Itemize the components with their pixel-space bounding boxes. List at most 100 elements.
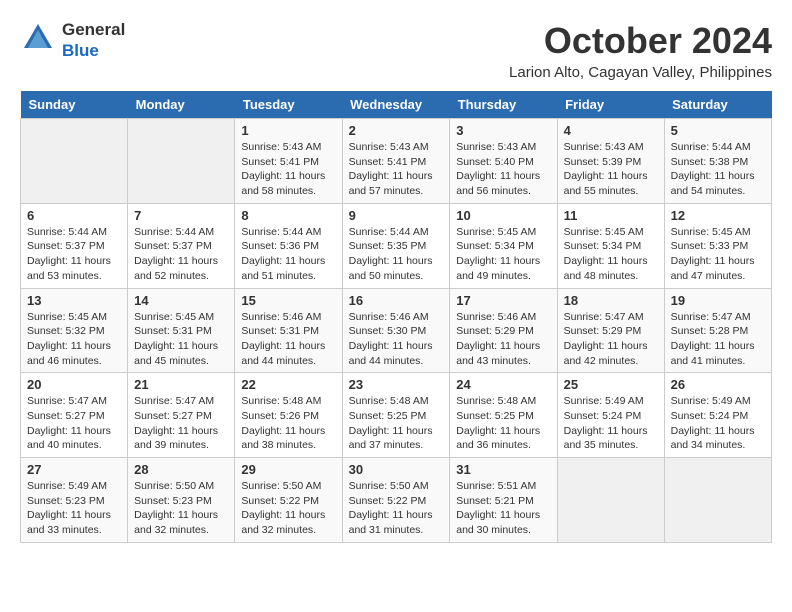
day-info: Sunrise: 5:44 AMSunset: 5:37 PMDaylight:… [134, 225, 228, 284]
calendar-cell: 27 Sunrise: 5:49 AMSunset: 5:23 PMDayligh… [21, 458, 128, 543]
day-info: Sunrise: 5:45 AMSunset: 5:32 PMDaylight:… [27, 310, 121, 369]
day-info: Sunrise: 5:45 AMSunset: 5:34 PMDaylight:… [456, 225, 550, 284]
calendar-cell: 6 Sunrise: 5:44 AMSunset: 5:37 PMDaylight… [21, 203, 128, 288]
day-number: 30 [349, 462, 444, 477]
calendar-cell: 10 Sunrise: 5:45 AMSunset: 5:34 PMDayligh… [450, 203, 557, 288]
day-number: 26 [671, 377, 765, 392]
calendar-cell: 21 Sunrise: 5:47 AMSunset: 5:27 PMDayligh… [128, 373, 235, 458]
day-number: 27 [27, 462, 121, 477]
calendar-cell: 31 Sunrise: 5:51 AMSunset: 5:21 PMDayligh… [450, 458, 557, 543]
day-info: Sunrise: 5:44 AMSunset: 5:35 PMDaylight:… [349, 225, 444, 284]
day-number: 8 [241, 208, 335, 223]
day-info: Sunrise: 5:48 AMSunset: 5:26 PMDaylight:… [241, 394, 335, 453]
day-info: Sunrise: 5:47 AMSunset: 5:27 PMDaylight:… [134, 394, 228, 453]
calendar-cell: 18 Sunrise: 5:47 AMSunset: 5:29 PMDayligh… [557, 288, 664, 373]
calendar-cell: 12 Sunrise: 5:45 AMSunset: 5:33 PMDayligh… [664, 203, 771, 288]
calendar-cell [664, 458, 771, 543]
day-info: Sunrise: 5:48 AMSunset: 5:25 PMDaylight:… [349, 394, 444, 453]
calendar-cell: 3 Sunrise: 5:43 AMSunset: 5:40 PMDaylight… [450, 119, 557, 204]
day-info: Sunrise: 5:47 AMSunset: 5:29 PMDaylight:… [564, 310, 658, 369]
day-number: 11 [564, 208, 658, 223]
day-info: Sunrise: 5:44 AMSunset: 5:36 PMDaylight:… [241, 225, 335, 284]
day-info: Sunrise: 5:43 AMSunset: 5:40 PMDaylight:… [456, 140, 550, 199]
calendar-cell [21, 119, 128, 204]
day-info: Sunrise: 5:44 AMSunset: 5:38 PMDaylight:… [671, 140, 765, 199]
weekday-header-thursday: Thursday [450, 91, 557, 119]
day-info: Sunrise: 5:47 AMSunset: 5:28 PMDaylight:… [671, 310, 765, 369]
calendar-cell: 30 Sunrise: 5:50 AMSunset: 5:22 PMDayligh… [342, 458, 450, 543]
calendar-cell: 4 Sunrise: 5:43 AMSunset: 5:39 PMDaylight… [557, 119, 664, 204]
day-number: 12 [671, 208, 765, 223]
day-info: Sunrise: 5:46 AMSunset: 5:31 PMDaylight:… [241, 310, 335, 369]
day-info: Sunrise: 5:46 AMSunset: 5:30 PMDaylight:… [349, 310, 444, 369]
day-number: 20 [27, 377, 121, 392]
day-number: 14 [134, 293, 228, 308]
day-number: 15 [241, 293, 335, 308]
day-info: Sunrise: 5:50 AMSunset: 5:22 PMDaylight:… [349, 479, 444, 538]
day-number: 31 [456, 462, 550, 477]
calendar-cell: 16 Sunrise: 5:46 AMSunset: 5:30 PMDayligh… [342, 288, 450, 373]
day-number: 16 [349, 293, 444, 308]
calendar-cell: 25 Sunrise: 5:49 AMSunset: 5:24 PMDayligh… [557, 373, 664, 458]
day-number: 21 [134, 377, 228, 392]
calendar-cell: 1Sunrise: 5:43 AMSunset: 5:41 PMDaylight… [235, 119, 342, 204]
day-info: Sunrise: 5:45 AMSunset: 5:31 PMDaylight:… [134, 310, 228, 369]
weekday-header-saturday: Saturday [664, 91, 771, 119]
calendar-cell: 24 Sunrise: 5:48 AMSunset: 5:25 PMDayligh… [450, 373, 557, 458]
day-info: Sunrise: 5:49 AMSunset: 5:24 PMDaylight:… [564, 394, 658, 453]
logo-icon [20, 20, 56, 56]
day-number: 18 [564, 293, 658, 308]
day-number: 24 [456, 377, 550, 392]
day-info: Sunrise: 5:47 AMSunset: 5:27 PMDaylight:… [27, 394, 121, 453]
day-number: 3 [456, 123, 550, 138]
day-info: Sunrise: 5:45 AMSunset: 5:33 PMDaylight:… [671, 225, 765, 284]
day-number: 6 [27, 208, 121, 223]
calendar-cell: 17Sunrise: 5:46 AMSunset: 5:29 PMDayligh… [450, 288, 557, 373]
day-info: Sunrise: 5:50 AMSunset: 5:22 PMDaylight:… [241, 479, 335, 538]
day-info: Sunrise: 5:49 AMSunset: 5:23 PMDaylight:… [27, 479, 121, 538]
day-info: Sunrise: 5:45 AMSunset: 5:34 PMDaylight:… [564, 225, 658, 284]
day-number: 13 [27, 293, 121, 308]
calendar-cell: 13 Sunrise: 5:45 AMSunset: 5:32 PMDayligh… [21, 288, 128, 373]
calendar-cell: 11 Sunrise: 5:45 AMSunset: 5:34 PMDayligh… [557, 203, 664, 288]
location-subtitle: Larion Alto, Cagayan Valley, Philippines [509, 64, 772, 81]
logo: General Blue [20, 20, 125, 61]
calendar-cell: 2Sunrise: 5:43 AMSunset: 5:41 PMDaylight… [342, 119, 450, 204]
day-number: 10 [456, 208, 550, 223]
day-number: 19 [671, 293, 765, 308]
day-number: 29 [241, 462, 335, 477]
calendar-cell: 15 Sunrise: 5:46 AMSunset: 5:31 PMDayligh… [235, 288, 342, 373]
calendar-cell [128, 119, 235, 204]
day-info: Sunrise: 5:48 AMSunset: 5:25 PMDaylight:… [456, 394, 550, 453]
calendar-table: SundayMondayTuesdayWednesdayThursdayFrid… [20, 91, 772, 543]
calendar-cell: 7Sunrise: 5:44 AMSunset: 5:37 PMDaylight… [128, 203, 235, 288]
calendar-cell: 26 Sunrise: 5:49 AMSunset: 5:24 PMDayligh… [664, 373, 771, 458]
calendar-cell: 28 Sunrise: 5:50 AMSunset: 5:23 PMDayligh… [128, 458, 235, 543]
day-number: 5 [671, 123, 765, 138]
calendar-cell: 29 Sunrise: 5:50 AMSunset: 5:22 PMDayligh… [235, 458, 342, 543]
calendar-cell: 8 Sunrise: 5:44 AMSunset: 5:36 PMDaylight… [235, 203, 342, 288]
title-section: October 2024 Larion Alto, Cagayan Valley… [509, 20, 772, 81]
day-number: 23 [349, 377, 444, 392]
weekday-header-tuesday: Tuesday [235, 91, 342, 119]
day-number: 17 [456, 293, 550, 308]
day-info: Sunrise: 5:43 AMSunset: 5:41 PMDaylight:… [349, 140, 444, 199]
weekday-header-monday: Monday [128, 91, 235, 119]
calendar-cell: 14 Sunrise: 5:45 AMSunset: 5:31 PMDayligh… [128, 288, 235, 373]
day-info: Sunrise: 5:51 AMSunset: 5:21 PMDaylight:… [456, 479, 550, 538]
day-info: Sunrise: 5:50 AMSunset: 5:23 PMDaylight:… [134, 479, 228, 538]
day-info: Sunrise: 5:44 AMSunset: 5:37 PMDaylight:… [27, 225, 121, 284]
day-number: 22 [241, 377, 335, 392]
day-number: 4 [564, 123, 658, 138]
logo-general: General [62, 20, 125, 40]
weekday-header-friday: Friday [557, 91, 664, 119]
calendar-cell: 19 Sunrise: 5:47 AMSunset: 5:28 PMDayligh… [664, 288, 771, 373]
day-info: Sunrise: 5:43 AMSunset: 5:39 PMDaylight:… [564, 140, 658, 199]
day-number: 25 [564, 377, 658, 392]
day-info: Sunrise: 5:49 AMSunset: 5:24 PMDaylight:… [671, 394, 765, 453]
day-number: 28 [134, 462, 228, 477]
calendar-cell: 20 Sunrise: 5:47 AMSunset: 5:27 PMDayligh… [21, 373, 128, 458]
calendar-cell: 23 Sunrise: 5:48 AMSunset: 5:25 PMDayligh… [342, 373, 450, 458]
calendar-cell: 22 Sunrise: 5:48 AMSunset: 5:26 PMDayligh… [235, 373, 342, 458]
calendar-cell: 5 Sunrise: 5:44 AMSunset: 5:38 PMDaylight… [664, 119, 771, 204]
